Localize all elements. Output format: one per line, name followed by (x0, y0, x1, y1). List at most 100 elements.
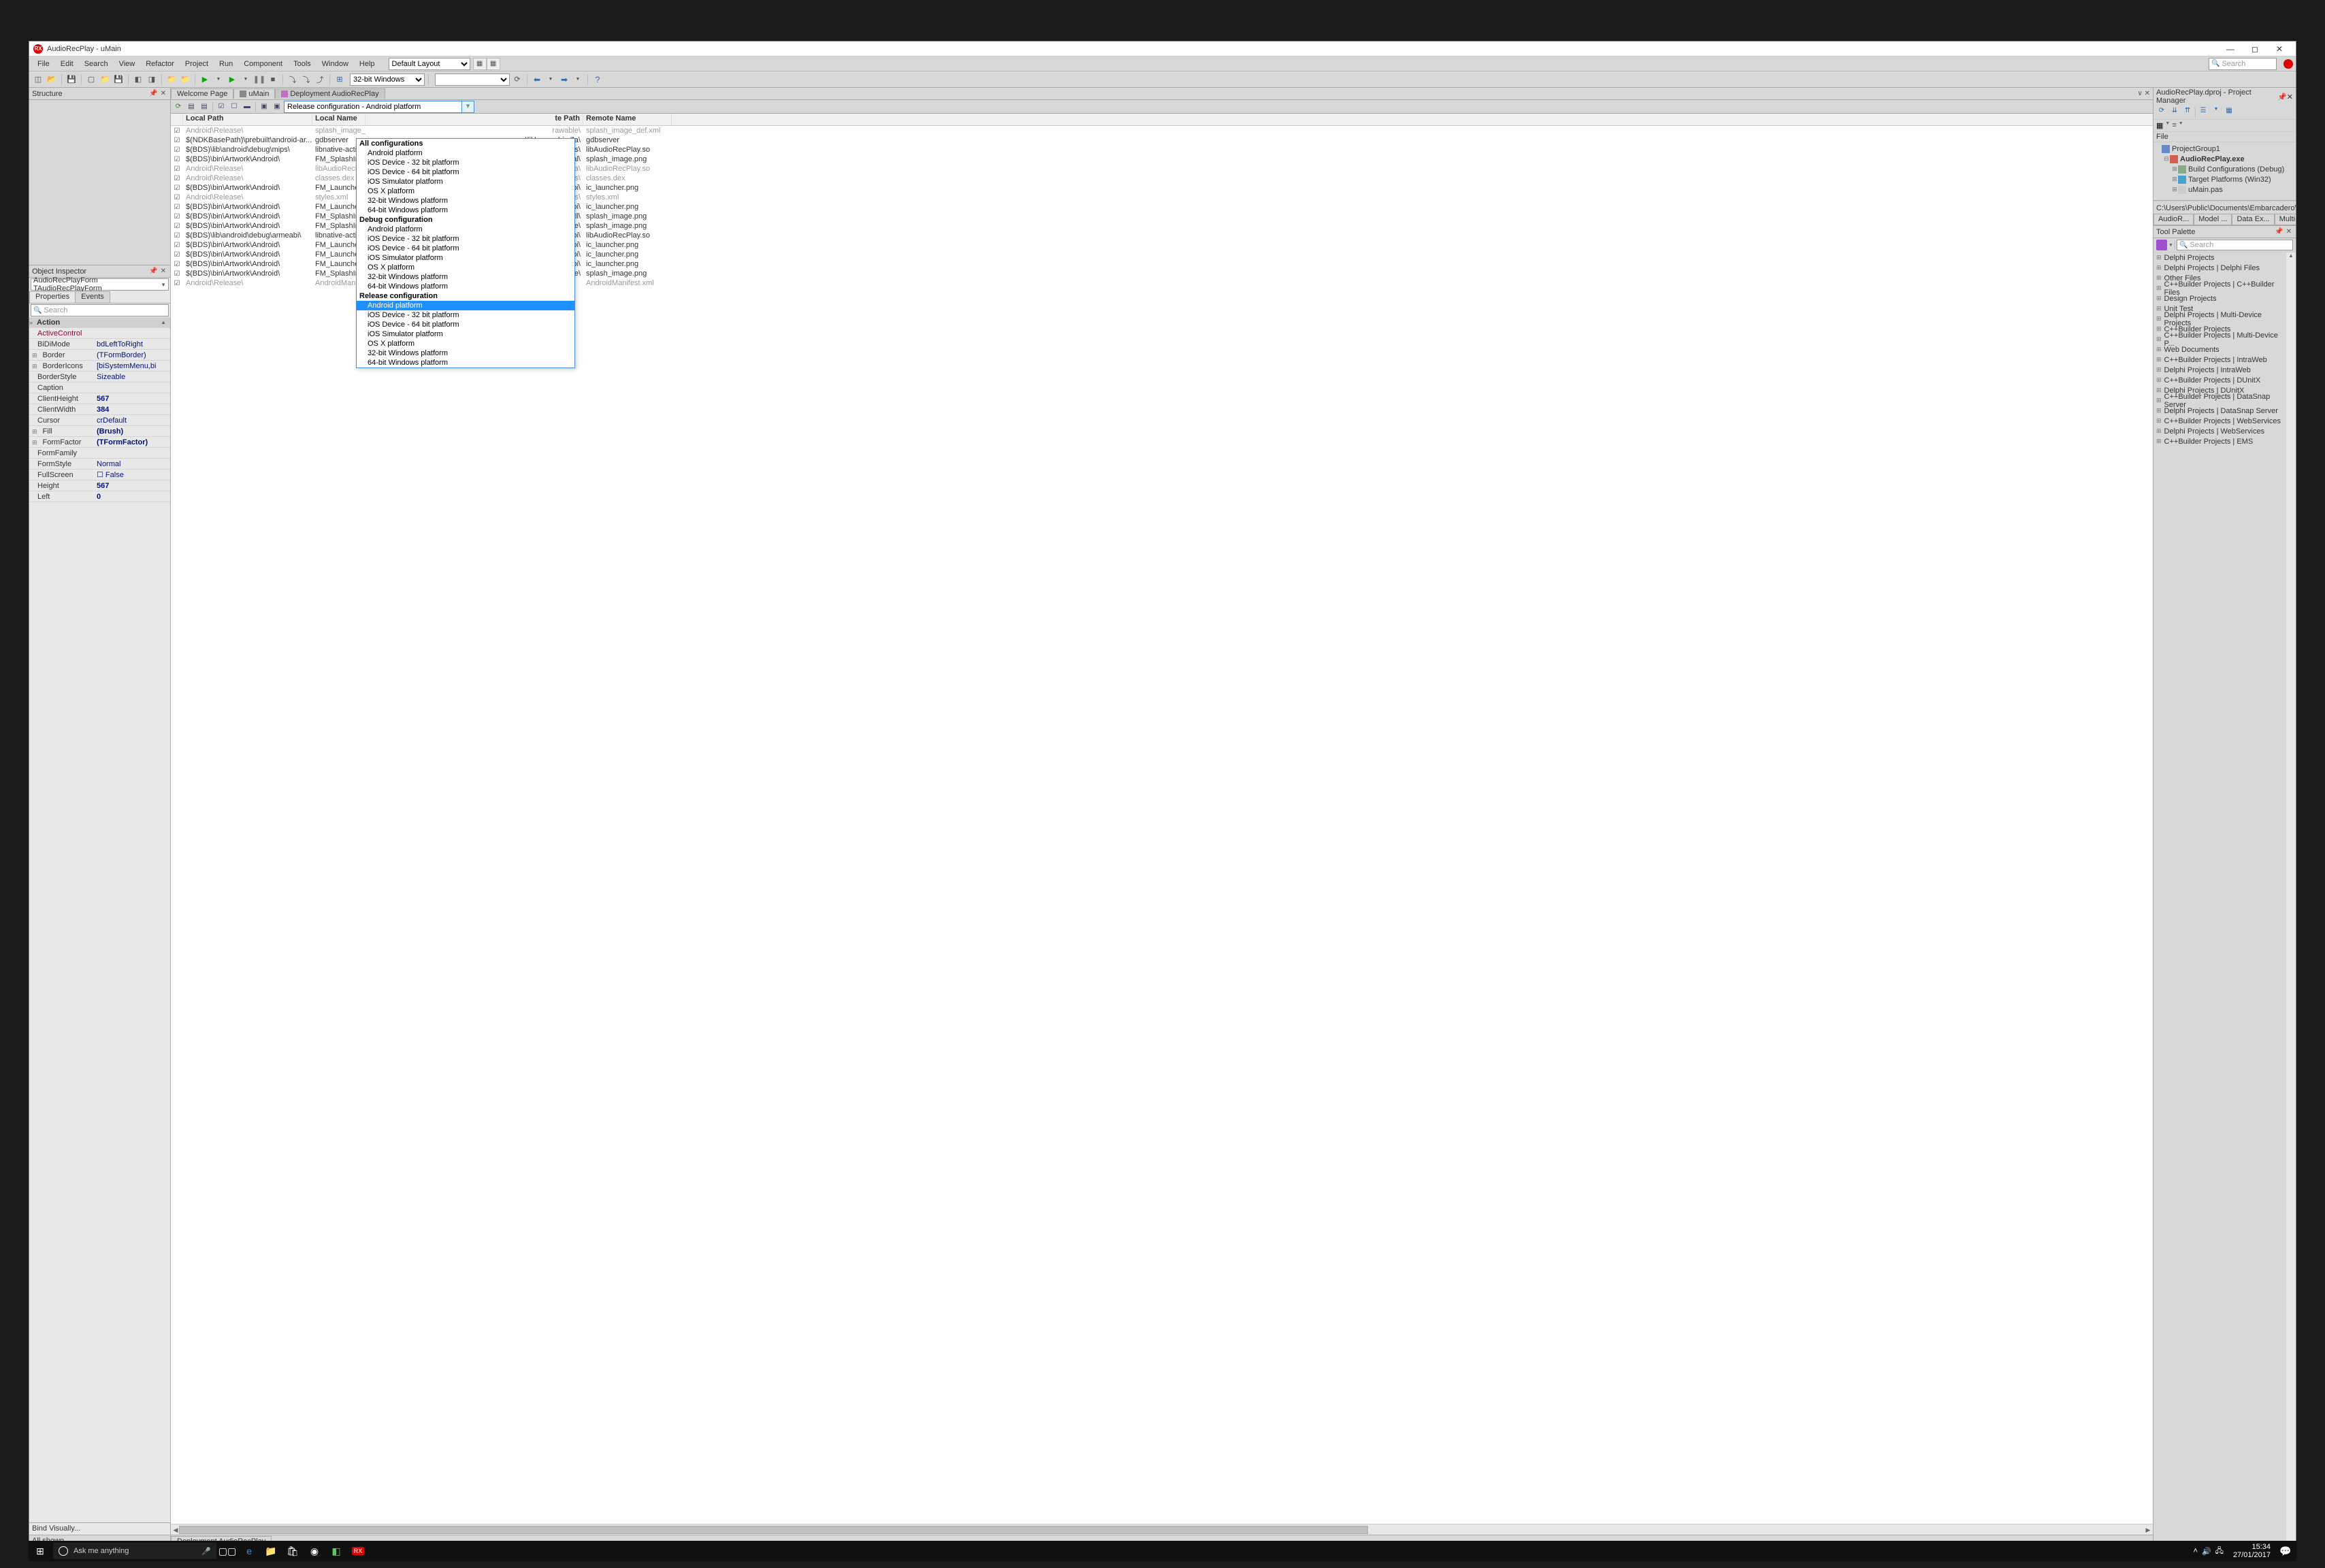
expand-icon[interactable]: ⊞ (2156, 387, 2162, 394)
menu-run[interactable]: Run (214, 59, 238, 69)
chevron-right-icon[interactable]: » (29, 319, 33, 326)
expand-icon[interactable]: ⊞ (2156, 356, 2162, 363)
run-without-debug-icon[interactable]: ▶ (226, 74, 238, 86)
expand-icon[interactable]: ⊞ (2156, 274, 2162, 282)
device-selector[interactable] (435, 74, 510, 86)
palette-category[interactable]: ⊞C++Builder Projects | IntraWeb (2153, 355, 2286, 365)
palette-category[interactable]: ⊞Delphi Projects (2153, 252, 2286, 263)
config-dropdown[interactable]: All configurationsAndroid platformiOS De… (356, 138, 575, 368)
deploy-copy-icon[interactable]: ▣ (258, 101, 270, 112)
expand-icon[interactable]: ⊞ (2156, 284, 2162, 292)
dropdown-item[interactable]: Android platform (357, 225, 574, 234)
cortana-search[interactable]: Ask me anything 🎤 (53, 1543, 216, 1559)
palette-search[interactable]: 🔍 Search (2177, 240, 2293, 250)
dropdown-item[interactable]: iOS Device - 32 bit platform (357, 234, 574, 244)
expand-icon[interactable]: ⊞ (2156, 254, 2162, 261)
prop-key-clientwidth[interactable]: ClientWidth (29, 406, 94, 414)
pm-collapse-icon[interactable]: ⇈ (2182, 107, 2193, 118)
row-checkbox[interactable]: ☑ (171, 280, 183, 287)
dropdown-item[interactable]: 32-bit Windows platform (357, 348, 574, 358)
pm-grid-icon[interactable]: ▦ (2224, 107, 2234, 118)
prop-val-fill[interactable]: (Brush) (94, 427, 170, 436)
deploy-check-icon[interactable]: ☑ (215, 101, 227, 112)
col-local-path[interactable]: Local Path (183, 114, 312, 125)
fwd-dropdown-icon[interactable]: ▼ (572, 74, 584, 86)
row-checkbox[interactable]: ☑ (171, 251, 183, 259)
prop-key-formfactor[interactable]: FormFactor (29, 438, 94, 446)
dropdown-item[interactable]: 64-bit Windows platform (357, 358, 574, 368)
dropdown-item[interactable]: iOS Device - 32 bit platform (357, 158, 574, 167)
open-icon[interactable]: 📂 (46, 74, 58, 86)
pm-list-icon[interactable]: ☰ (2198, 107, 2209, 118)
pause-icon[interactable]: ❚❚ (253, 74, 265, 86)
tree-node[interactable]: ⊞uMain.pas (2153, 184, 2296, 195)
app-icon[interactable]: ◧ (325, 1541, 347, 1561)
tree-twist-icon[interactable]: ⊞ (2171, 186, 2178, 193)
expand-icon[interactable]: ⊞ (2156, 264, 2162, 272)
tree-node[interactable]: ⊟AudioRecPlay.exe (2153, 154, 2296, 164)
prop-val-clientwidth[interactable]: 384 (94, 406, 170, 414)
row-checkbox[interactable]: ☑ (171, 127, 183, 135)
dropdown-item[interactable]: iOS Device - 64 bit platform (357, 244, 574, 253)
taskbar-clock[interactable]: 15:34 27/01/2017 (2229, 1543, 2275, 1559)
pm-subtab-1[interactable]: Model ... (2194, 214, 2232, 225)
help-icon[interactable]: ? (591, 74, 604, 86)
start-button[interactable]: ⊞ (29, 1541, 52, 1561)
palette-pin-icon[interactable]: 📌 (2273, 228, 2284, 235)
expand-icon[interactable]: ⊞ (2156, 366, 2162, 374)
prop-val-borderstyle[interactable]: Sizeable (94, 373, 170, 381)
palette-category[interactable]: ⊞C++Builder Projects | DataSnap Server (2153, 395, 2286, 406)
prop-group-action[interactable]: Action (34, 318, 99, 327)
step-over-icon[interactable]: ⤵ (287, 74, 299, 86)
expand-icon[interactable]: ⊞ (2156, 315, 2162, 323)
deployment-config-selector[interactable]: Release configuration - Android platform… (284, 101, 474, 113)
scrollbar-thumb[interactable] (179, 1526, 1368, 1534)
menu-tools[interactable]: Tools (288, 59, 316, 69)
palette-category[interactable]: ⊞C++Builder Projects | Multi-Device P... (2153, 334, 2286, 344)
pm-view1-icon[interactable]: ▦ (2156, 121, 2163, 130)
pm-sync-icon[interactable]: ⟳ (2156, 107, 2167, 118)
tab-events[interactable]: Events (75, 291, 110, 303)
palette-category[interactable]: ⊞C++Builder Projects | DUnitX (2153, 375, 2286, 385)
tree-twist-icon[interactable]: ⊞ (2171, 165, 2178, 173)
new-form-icon[interactable]: ▢ (85, 74, 97, 86)
collapse-icon[interactable]: ▲ (161, 319, 170, 325)
col-remote-path[interactable]: te Path (365, 114, 583, 125)
palette-category[interactable]: ⊞C++Builder Projects | C++Builder Files (2153, 283, 2286, 293)
inspector-pin-icon[interactable]: 📌 (148, 267, 159, 275)
task-view-icon[interactable]: ▢▢ (216, 1541, 238, 1561)
row-checkbox[interactable]: ☑ (171, 137, 183, 144)
tab-properties[interactable]: Properties (29, 291, 76, 303)
step-out-icon[interactable]: ⤴ (314, 74, 326, 86)
rx-badge-icon[interactable] (2283, 59, 2293, 69)
prop-key-cursor[interactable]: Cursor (29, 416, 94, 425)
expand-icon[interactable]: ⊞ (2156, 397, 2162, 404)
prop-val-bidimode[interactable]: bdLeftToRight (94, 340, 170, 348)
row-checkbox[interactable]: ☑ (171, 242, 183, 249)
deploy-down-icon[interactable]: ▣ (271, 101, 283, 112)
palette-category[interactable]: ⊞Delphi Projects | Multi-Device Projects (2153, 314, 2286, 324)
layout-delete-icon[interactable]: ▦ (487, 58, 500, 70)
row-checkbox[interactable]: ☑ (171, 146, 183, 154)
row-checkbox[interactable]: ☑ (171, 232, 183, 240)
deploy-remove-icon[interactable]: ▤ (198, 101, 210, 112)
minimize-button[interactable]: — (2218, 42, 2243, 56)
dropdown-item[interactable]: 32-bit Windows platform (357, 196, 574, 206)
pm-close-icon[interactable]: ✕ (2287, 93, 2293, 101)
layout-save-icon[interactable]: ▦ (473, 58, 487, 70)
expand-icon[interactable]: ⊞ (2156, 438, 2162, 445)
pm-view2-icon[interactable]: ≡ (2172, 121, 2176, 130)
row-checkbox[interactable]: ☑ (171, 203, 183, 211)
dropdown-item[interactable]: OS X platform (357, 186, 574, 196)
tray-chevron-icon[interactable]: ˄ (2194, 1547, 2198, 1555)
tree-twist-icon[interactable]: ⊟ (2163, 155, 2170, 163)
col-remote-name[interactable]: Remote Name (583, 114, 672, 125)
dropdown-item[interactable]: iOS Device - 64 bit platform (357, 167, 574, 177)
pm-expand-icon[interactable]: ⇊ (2169, 107, 2180, 118)
run-wd-dropdown-icon[interactable]: ▼ (240, 74, 252, 86)
back-dropdown-icon[interactable]: ▼ (544, 74, 557, 86)
prop-key-formfamily[interactable]: FormFamily (29, 449, 94, 457)
pm-down-icon[interactable]: ▼ (2211, 107, 2222, 118)
expand-icon[interactable]: ⊞ (2156, 346, 2162, 353)
prop-key-border[interactable]: Border (29, 351, 94, 359)
